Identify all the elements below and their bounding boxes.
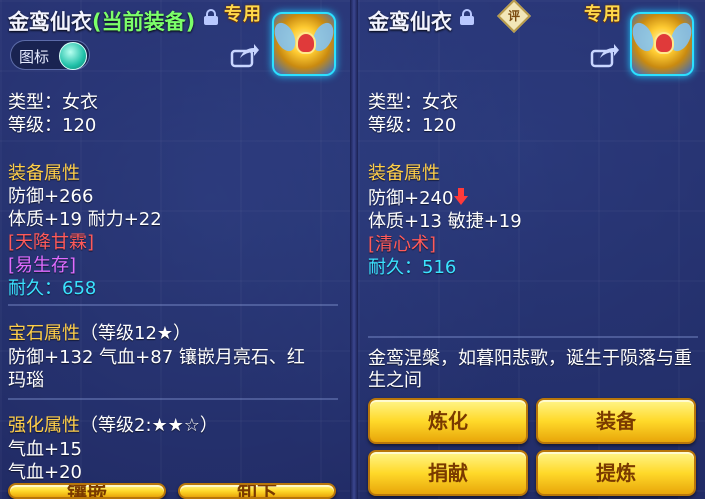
right-item-icon[interactable] [630, 12, 694, 76]
share-icon[interactable] [590, 42, 620, 68]
left-item-title: 金鸾仙衣(当前装备) [8, 6, 195, 36]
left-durability: 耐久：658 [8, 274, 96, 300]
enhance-level: （等级2:★★☆） [80, 415, 218, 436]
right-divider [368, 336, 698, 338]
left-item-name: 金鸾仙衣 [8, 10, 92, 34]
left-enhance-line-2: 气血+20 [8, 462, 82, 483]
left-exclusive-label: 专用 [224, 4, 262, 25]
left-gem-line-2: 玛瑙 [8, 370, 44, 391]
equipped-state-label: (当前装备) [92, 10, 196, 34]
toggle-knob [59, 42, 87, 70]
rate-badge-label: 评 [507, 9, 520, 23]
tooltip-divider [350, 0, 358, 499]
icon-toggle[interactable]: 图标 [10, 40, 90, 70]
right-exclusive-label: 专用 [584, 4, 622, 25]
right-durability: 耐久：516 [368, 253, 456, 279]
right-item-title: 金鸾仙衣 [368, 10, 452, 34]
left-divider-1 [8, 304, 338, 306]
left-durability-label: 耐久： [8, 278, 62, 299]
right-durability-label: 耐久： [368, 257, 422, 278]
refine-button[interactable]: 炼化 [368, 398, 528, 444]
right-durability-value: 516 [422, 257, 457, 278]
extract-button[interactable]: 提炼 [536, 450, 696, 496]
left-durability-value: 658 [62, 278, 97, 299]
item-description: 金鸾涅槃，如暮阳悲歌，诞生于陨落与重生之间 [368, 348, 692, 391]
inlay-button[interactable]: 镶嵌 [8, 483, 166, 499]
equip-button[interactable]: 装备 [536, 398, 696, 444]
enhance-section-label: 强化属性 [8, 415, 80, 436]
left-divider-2 [8, 398, 338, 400]
left-item-icon[interactable] [272, 12, 336, 76]
right-defense-value: 防御+240 [368, 188, 454, 209]
right-level: 等级：120 [368, 115, 457, 136]
left-gem-line-1: 防御+132 气血+87 镶嵌月亮石、红 [8, 347, 305, 368]
lock-icon [204, 9, 218, 25]
unequip-button[interactable]: 卸下 [178, 483, 336, 499]
left-gem-title: 宝石属性（等级12★） [8, 319, 191, 345]
left-enhance-title: 强化属性（等级2:★★☆） [8, 411, 218, 437]
share-icon[interactable] [230, 42, 260, 68]
down-arrow-icon [454, 188, 469, 206]
gem-level: （等级12★） [80, 323, 192, 344]
left-level: 等级：120 [8, 115, 97, 136]
right-attr-title: 装备属性 [368, 163, 440, 184]
lock-icon [460, 9, 474, 25]
icon-toggle-label: 图标 [19, 48, 50, 66]
gem-section-label: 宝石属性 [8, 323, 80, 344]
donate-button[interactable]: 捐献 [368, 450, 528, 496]
